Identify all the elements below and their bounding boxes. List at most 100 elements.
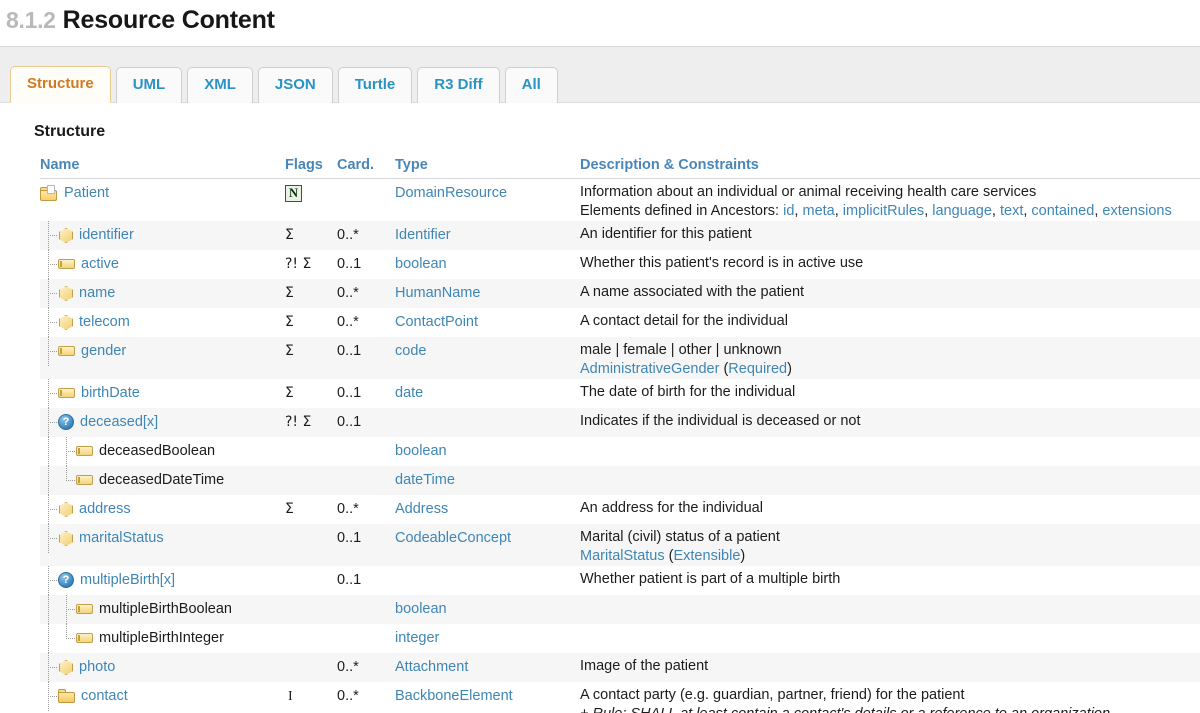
column-header-flags[interactable]: Flags	[285, 157, 337, 179]
type-link[interactable]: Identifier	[395, 226, 451, 245]
tree-guide	[40, 495, 58, 524]
tab-r3-diff[interactable]: R3 Diff	[417, 67, 499, 103]
description-line: male | female | other | unknown	[580, 341, 1200, 360]
cell-description: The date of birth for the individual	[580, 379, 1200, 408]
element-name[interactable]: address	[79, 500, 131, 519]
type-link[interactable]: Address	[395, 500, 448, 519]
cardinality-value: 0..*	[337, 500, 359, 519]
element-name[interactable]: Patient	[64, 184, 109, 203]
cell-type: dateTime	[395, 466, 580, 495]
description-line: Elements defined in Ancestors: id, meta,…	[580, 202, 1200, 221]
ancestor-link[interactable]: extensions	[1102, 203, 1171, 219]
type-link[interactable]: ContactPoint	[395, 313, 478, 332]
cell-type: date	[395, 379, 580, 408]
column-header-name[interactable]: Name	[40, 157, 285, 179]
element-name[interactable]: photo	[79, 658, 115, 677]
type-link[interactable]: integer	[395, 629, 439, 648]
tree-guide	[40, 308, 58, 337]
cell-flags: ?! Σ	[285, 408, 337, 437]
element-name[interactable]: identifier	[79, 226, 134, 245]
primitive-rect-icon	[76, 474, 94, 487]
cell-cardinality: 0..1	[337, 408, 395, 437]
element-flags: Σ	[285, 500, 294, 519]
cell-name: deceasedBoolean	[40, 437, 285, 466]
element-name[interactable]: multipleBirth[x]	[80, 571, 175, 590]
binding-link[interactable]: MaritalStatus	[580, 548, 665, 564]
cell-description: Information about an individual or anima…	[580, 179, 1200, 222]
type-link[interactable]: HumanName	[395, 284, 480, 303]
tab-bar: StructureUMLXMLJSONTurtleR3 DiffAll	[0, 46, 1200, 103]
tree-guide	[58, 624, 76, 653]
cell-flags: Σ	[285, 308, 337, 337]
cell-name: birthDate	[40, 379, 285, 408]
type-link[interactable]: boolean	[395, 255, 447, 274]
cardinality-value: 0..1	[337, 413, 361, 432]
element-flags: ?! Σ	[285, 255, 311, 274]
cell-flags	[285, 653, 337, 682]
status-badge: N	[285, 185, 302, 202]
element-name[interactable]: deceased[x]	[80, 413, 158, 432]
column-header-desc[interactable]: Description & Constraints	[580, 157, 1200, 179]
cell-name: name	[40, 279, 285, 308]
cell-type: Address	[395, 495, 580, 524]
element-name[interactable]: birthDate	[81, 384, 140, 403]
cell-description: Indicates if the individual is deceased …	[580, 408, 1200, 437]
cell-flags: Σ	[285, 279, 337, 308]
element-name[interactable]: telecom	[79, 313, 130, 332]
tab-json[interactable]: JSON	[258, 67, 333, 103]
ancestor-link[interactable]: meta	[802, 203, 834, 219]
binding-strength-link[interactable]: Extensible	[673, 548, 740, 564]
description-line: An address for the individual	[580, 499, 1200, 518]
table-row: photo0..*AttachmentImage of the patient	[40, 653, 1200, 682]
tab-uml[interactable]: UML	[116, 67, 183, 103]
type-link[interactable]: code	[395, 342, 426, 361]
datatype-hexagon-icon	[58, 285, 74, 302]
cell-cardinality: 0..*	[337, 279, 395, 308]
table-row: Patient N DomainResource Information about …	[40, 179, 1200, 222]
ancestor-link[interactable]: implicitRules	[843, 203, 924, 219]
element-name[interactable]: name	[79, 284, 115, 303]
type-link[interactable]: boolean	[395, 600, 447, 619]
column-header-type[interactable]: Type	[395, 157, 580, 179]
ancestor-link[interactable]: id	[783, 203, 794, 219]
ancestor-link[interactable]: text	[1000, 203, 1023, 219]
element-name[interactable]: contact	[81, 687, 128, 706]
element-name[interactable]: active	[81, 255, 119, 274]
structure-table-scroll: Name Flags Card. Type Description & Cons…	[40, 157, 1200, 713]
cell-type: Attachment	[395, 653, 580, 682]
type-link[interactable]: dateTime	[395, 471, 455, 490]
binding-strength-link[interactable]: Required	[728, 361, 787, 377]
type-link[interactable]: CodeableConcept	[395, 529, 511, 548]
primitive-rect-icon	[76, 445, 94, 458]
tab-structure[interactable]: Structure	[10, 66, 111, 103]
cell-flags: Σ	[285, 221, 337, 250]
element-name[interactable]: gender	[81, 342, 126, 361]
cell-flags	[285, 524, 337, 566]
type-link[interactable]: DomainResource	[395, 184, 507, 203]
cell-type: CodeableConcept	[395, 524, 580, 566]
type-link[interactable]: BackboneElement	[395, 687, 513, 706]
cell-type: BackboneElement	[395, 682, 580, 713]
tree-guide	[40, 221, 58, 250]
page-header: 8.1.2Resource Content	[0, 0, 1200, 46]
ancestor-link[interactable]: contained	[1031, 203, 1094, 219]
cardinality-value: 0..*	[337, 284, 359, 303]
ancestor-link[interactable]: language	[932, 203, 992, 219]
tab-xml[interactable]: XML	[187, 67, 253, 103]
type-link[interactable]: Attachment	[395, 658, 468, 677]
tree-guide	[40, 466, 58, 495]
element-name[interactable]: maritalStatus	[79, 529, 164, 548]
cell-flags	[285, 595, 337, 624]
type-link[interactable]: boolean	[395, 442, 447, 461]
table-row: multipleBirthIntegerinteger	[40, 624, 1200, 653]
cell-cardinality	[337, 179, 395, 222]
type-link[interactable]: date	[395, 384, 423, 403]
cardinality-value: 0..*	[337, 313, 359, 332]
tab-all[interactable]: All	[505, 67, 558, 103]
cell-flags: Σ	[285, 495, 337, 524]
tab-turtle[interactable]: Turtle	[338, 67, 413, 103]
cell-cardinality: 0..*	[337, 495, 395, 524]
binding-link[interactable]: AdministrativeGender	[580, 361, 719, 377]
column-header-card[interactable]: Card.	[337, 157, 395, 179]
tree-guide	[58, 437, 76, 466]
